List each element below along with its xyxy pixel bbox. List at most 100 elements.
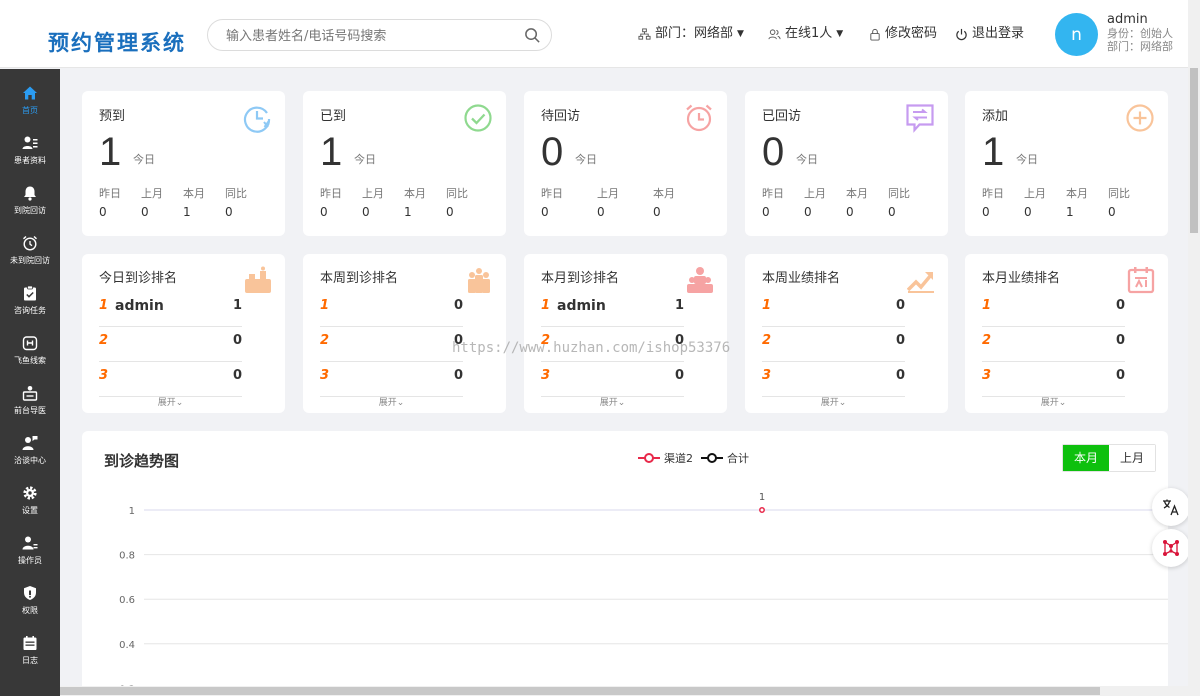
dept-label: 部门：网络部 bbox=[655, 26, 734, 41]
stat-value: 0 bbox=[541, 130, 564, 174]
sidebar-item-home[interactable]: 首页 bbox=[0, 75, 60, 125]
scrollbar-thumb[interactable] bbox=[1190, 68, 1198, 233]
stat-title: 已到 bbox=[320, 109, 347, 124]
chevron-down-icon: ⌄ bbox=[838, 398, 847, 408]
stat-card-arrived[interactable]: 已到 1 今日 昨日 上月 本月 同比 0 0 1 0 bbox=[303, 91, 506, 236]
stat-value: 1 bbox=[320, 130, 343, 174]
vertical-scrollbar[interactable] bbox=[1188, 0, 1200, 696]
stat-sub-label: 昨日 bbox=[982, 187, 1004, 200]
y-tick-label: 0.4 bbox=[119, 640, 135, 651]
ranking-value: 0 bbox=[674, 333, 684, 348]
expand-toggle[interactable]: 展开⌄ bbox=[762, 398, 905, 409]
alarm-clock-icon bbox=[686, 104, 712, 132]
stat-card-pending-followup[interactable]: 待回访 0 今日 昨日 上月 本月 0 0 0 bbox=[524, 91, 727, 236]
stat-sub-label: 上月 bbox=[141, 187, 163, 200]
sidebar-item-consult-tasks[interactable]: 咨询任务 bbox=[0, 275, 60, 325]
stat-sub-label: 上月 bbox=[362, 187, 384, 200]
stat-sub-label: 昨日 bbox=[541, 187, 563, 200]
sidebar-item-nonarrival-followup[interactable]: 未到院回访 bbox=[0, 225, 60, 275]
ranking-value: 0 bbox=[453, 368, 463, 383]
horizontal-scrollbar[interactable] bbox=[60, 686, 1188, 696]
operator-icon bbox=[22, 536, 38, 550]
team-icon bbox=[468, 268, 490, 293]
expand-toggle[interactable]: 展开⌄ bbox=[320, 398, 463, 409]
sidebar-item-feiyu-leads[interactable]: 飞鱼线索 bbox=[0, 325, 60, 375]
sidebar-item-operators[interactable]: 操作员 bbox=[0, 525, 60, 575]
ranking-card-week-performance: 本周业绩排名 1 0 2 0 3 0 展开⌄ bbox=[745, 254, 948, 413]
ranking-value: 0 bbox=[1115, 333, 1125, 348]
ranking-name: admin bbox=[557, 298, 606, 314]
stat-sub-value: 0 bbox=[762, 205, 770, 219]
alarm-clock-icon bbox=[23, 235, 37, 251]
ranking-value: 0 bbox=[453, 333, 463, 348]
user-role: 身份：创始人 bbox=[1107, 27, 1173, 40]
search-input[interactable] bbox=[226, 26, 516, 46]
ranking-value: 0 bbox=[453, 298, 463, 313]
ranking-row: 1 0 bbox=[982, 292, 1125, 327]
ranking-value: 0 bbox=[674, 368, 684, 383]
ranking-row: 1 admin 1 bbox=[541, 292, 684, 327]
stat-card-followed-up[interactable]: 已回访 0 今日 昨日 上月 本月 同比 0 0 0 0 bbox=[745, 91, 948, 236]
ranking-card-month-performance: 本月业绩排名 1 0 2 0 3 0 展开⌄ bbox=[965, 254, 1168, 413]
expand-toggle[interactable]: 展开⌄ bbox=[541, 398, 684, 409]
expand-toggle[interactable]: 展开⌄ bbox=[99, 398, 242, 409]
ranking-number: 3 bbox=[99, 368, 109, 383]
avatar[interactable]: n bbox=[1055, 13, 1098, 56]
sidebar-item-patient-records[interactable]: 患者资料 bbox=[0, 125, 60, 175]
search-box[interactable] bbox=[207, 19, 552, 51]
network-tool-button[interactable] bbox=[1152, 529, 1190, 567]
top-header: 预约管理系统 部门：网络部 ▼ 在线1人 ▼ 修改密码 退出登录 n admin… bbox=[0, 0, 1188, 68]
ranking-row: 2 0 bbox=[982, 327, 1125, 362]
stat-sub-value: 0 bbox=[320, 205, 328, 219]
ranking-row: 2 0 bbox=[762, 327, 905, 362]
y-tick-label: 0.6 bbox=[119, 595, 135, 606]
user-chat-icon bbox=[22, 436, 38, 450]
ranking-value: 1 bbox=[674, 298, 684, 313]
stat-sub-label: 上月 bbox=[597, 187, 619, 200]
ranking-value: 0 bbox=[1115, 298, 1125, 313]
stat-sub-label: 本月 bbox=[404, 187, 426, 200]
ranking-card-today-visits: 今日到诊排名 1 admin 1 2 0 3 0 展开⌄ bbox=[82, 254, 285, 413]
sidebar-item-settings[interactable]: 设置 bbox=[0, 475, 60, 525]
plus-circle-icon bbox=[1126, 104, 1154, 132]
users-icon bbox=[768, 28, 781, 39]
scrollbar-thumb[interactable] bbox=[60, 687, 1100, 695]
online-selector[interactable]: 在线1人 ▼ bbox=[768, 25, 843, 43]
dept-selector[interactable]: 部门：网络部 ▼ bbox=[638, 25, 744, 43]
expand-toggle[interactable]: 展开⌄ bbox=[982, 398, 1125, 409]
change-password-link[interactable]: 修改密码 bbox=[869, 25, 937, 43]
stat-card-added[interactable]: 添加 1 今日 昨日 上月 本月 同比 0 0 1 0 bbox=[965, 91, 1168, 236]
data-point[interactable] bbox=[759, 507, 765, 513]
ranking-title: 本周业绩排名 bbox=[762, 271, 841, 286]
ranking-title: 本周到诊排名 bbox=[320, 271, 399, 286]
leads-icon bbox=[22, 336, 38, 351]
ranking-value: 0 bbox=[895, 368, 905, 383]
search-icon[interactable] bbox=[524, 27, 541, 44]
sidebar-item-label: 未到院回访 bbox=[10, 256, 50, 265]
sidebar-item-front-desk-guide[interactable]: 前台导医 bbox=[0, 375, 60, 425]
stat-sub-value: 0 bbox=[141, 205, 149, 219]
ranking-row: 2 0 bbox=[99, 327, 242, 362]
sidebar: 首页 患者资料 到院回访 未到院回访 咨询任务 飞鱼线索 前台导医 洽谈中心 设… bbox=[0, 69, 60, 696]
stat-value: 1 bbox=[982, 130, 1005, 174]
stat-card-expected[interactable]: 预到 1 今日 昨日 上月 本月 同比 0 0 1 0 bbox=[82, 91, 285, 236]
logout-link[interactable]: 退出登录 bbox=[955, 25, 1024, 43]
stat-sub-label: 同比 bbox=[888, 187, 910, 200]
sidebar-item-negotiation-center[interactable]: 洽谈中心 bbox=[0, 425, 60, 475]
ranking-value: 0 bbox=[1115, 368, 1125, 383]
sidebar-item-label: 操作员 bbox=[18, 556, 42, 565]
stat-sub-value: 0 bbox=[1024, 205, 1032, 219]
ranking-number: 3 bbox=[320, 368, 330, 383]
sidebar-item-permissions[interactable]: 权限 bbox=[0, 575, 60, 625]
online-label: 在线1人 bbox=[785, 26, 833, 41]
sidebar-item-arrival-followup[interactable]: 到院回访 bbox=[0, 175, 60, 225]
user-dept: 部门：网络部 bbox=[1107, 40, 1173, 53]
ranking-number: 2 bbox=[99, 333, 109, 348]
stat-sub-value: 0 bbox=[846, 205, 854, 219]
sidebar-item-logs[interactable]: 日志 bbox=[0, 625, 60, 675]
clock-icon bbox=[243, 106, 271, 133]
ranking-number: 1 bbox=[99, 298, 109, 313]
ranking-row: 2 0 bbox=[320, 327, 463, 362]
translate-button[interactable] bbox=[1152, 488, 1190, 526]
change-password-label: 修改密码 bbox=[885, 26, 938, 41]
